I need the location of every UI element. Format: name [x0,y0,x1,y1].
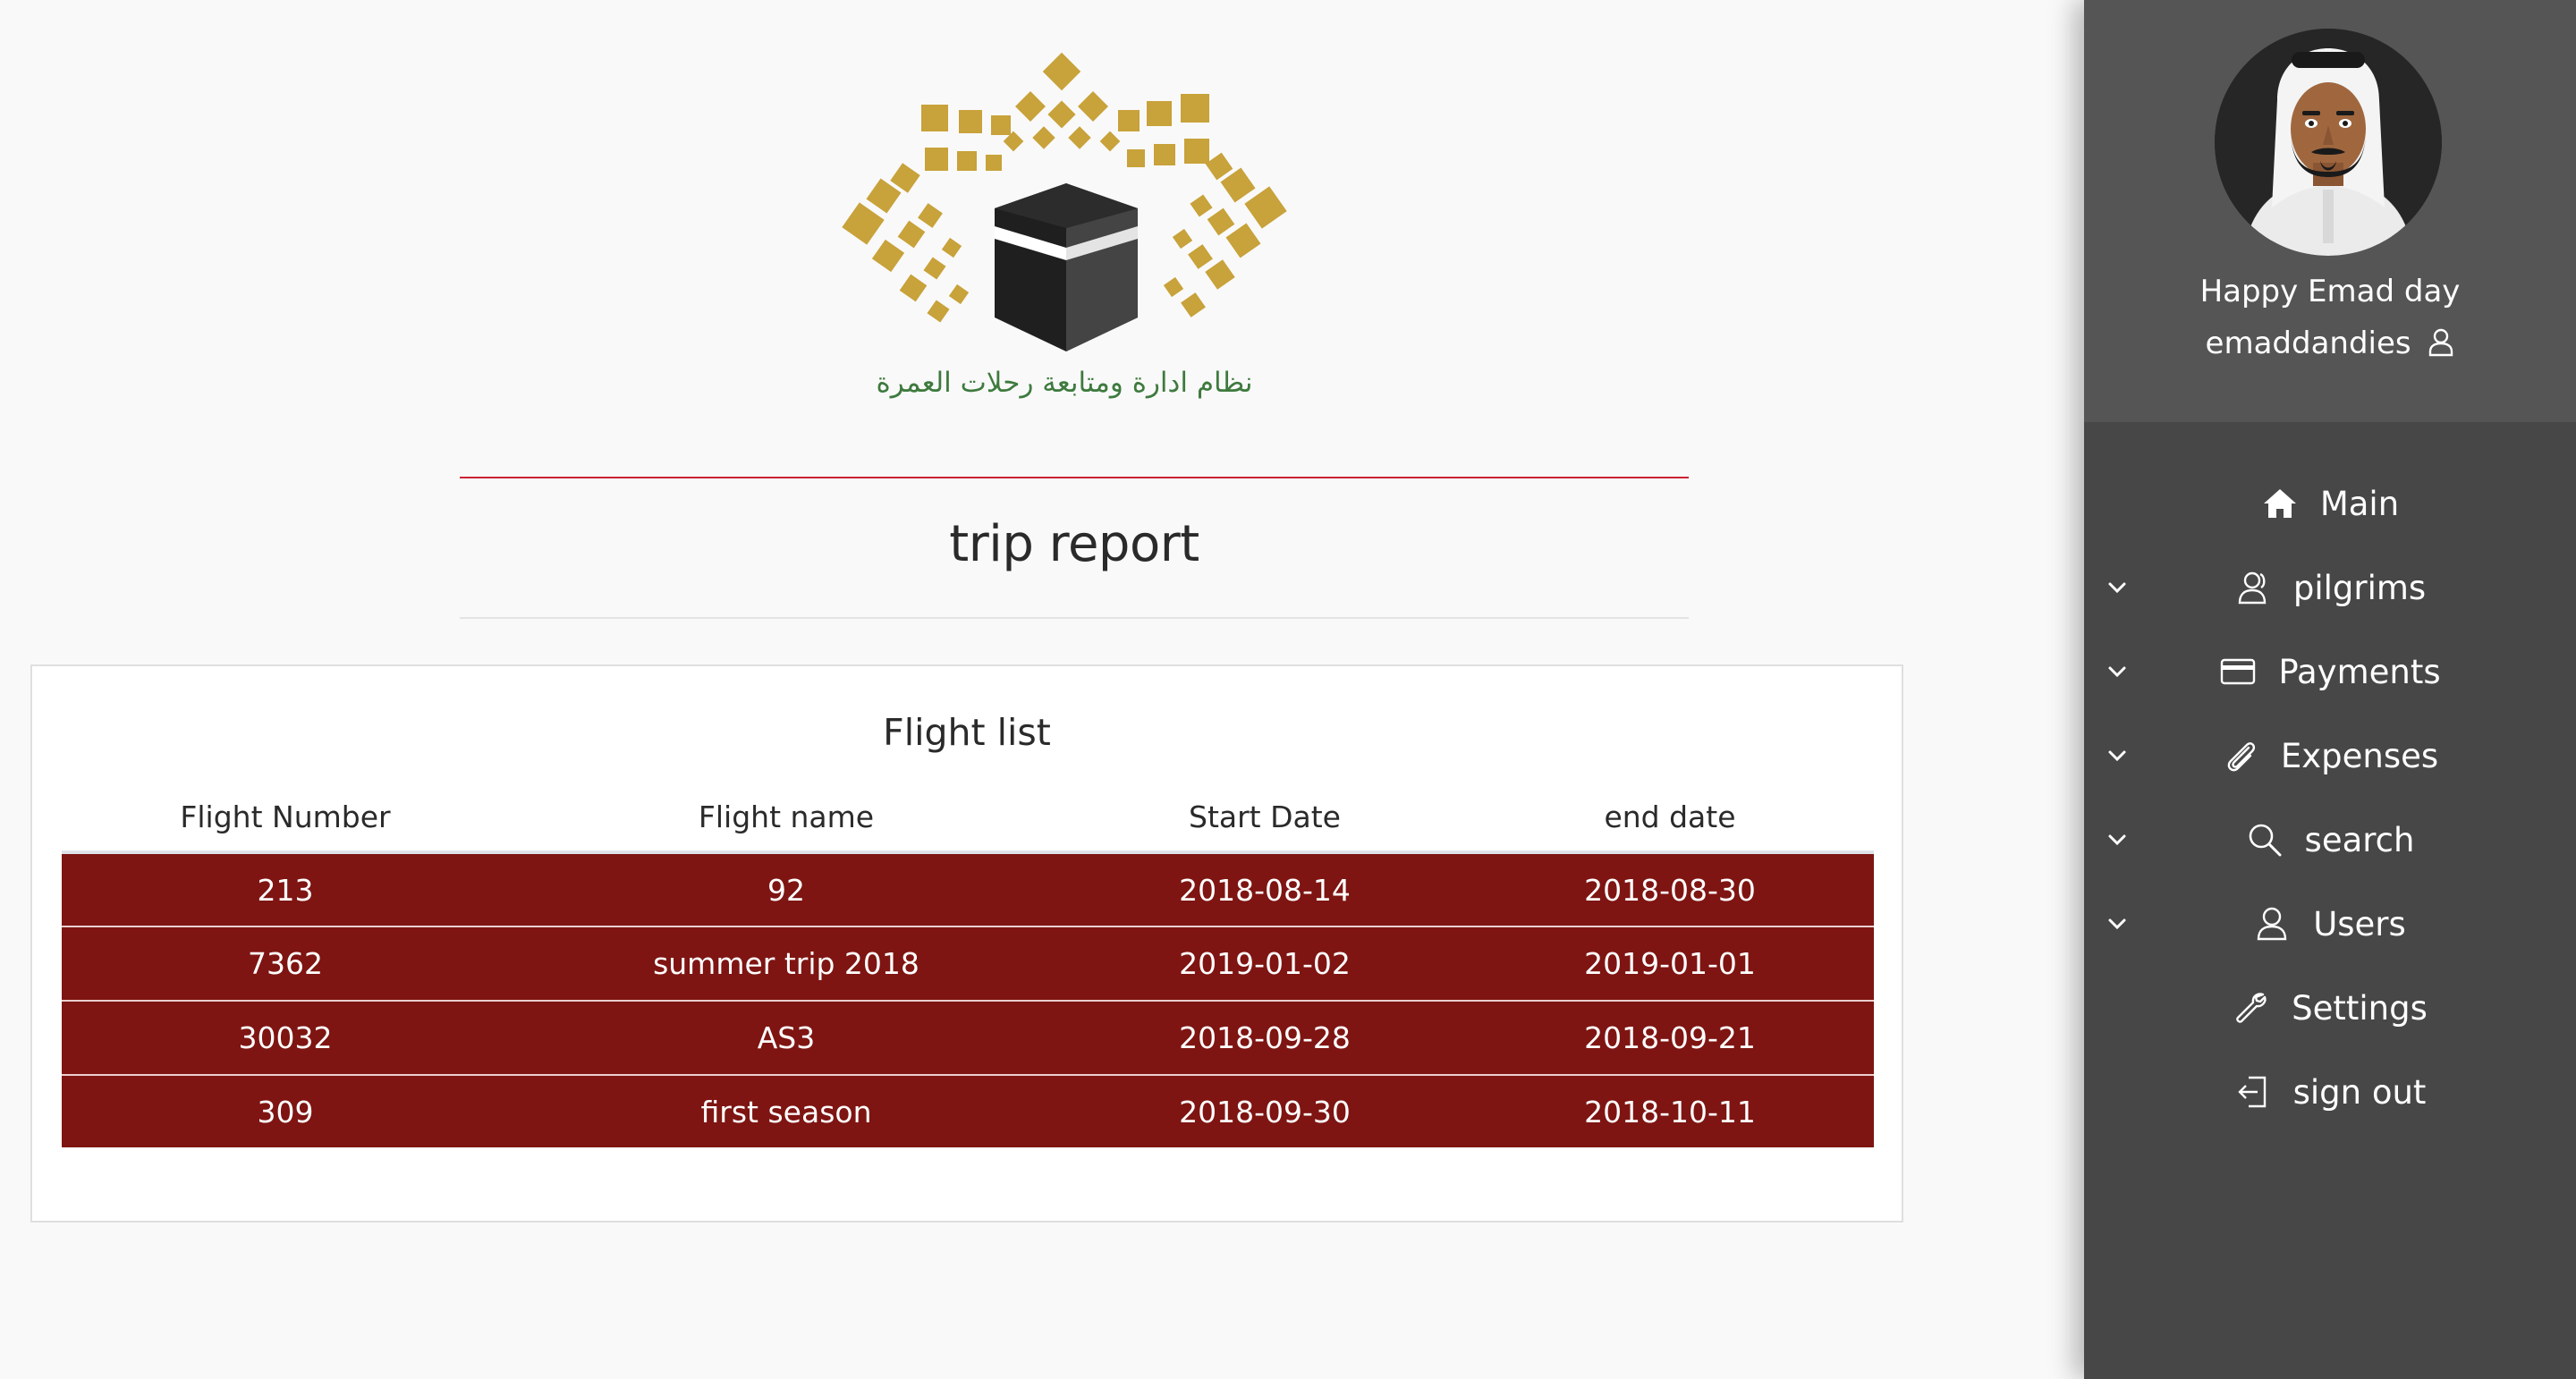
chevron-down-icon[interactable] [2102,825,2132,855]
cell-flight-name: AS3 [509,1001,1063,1076]
cell-start-date: 2018-08-14 [1063,852,1466,927]
sidebar-item-search[interactable]: search [2084,798,2576,882]
sidebar-item-label: Expenses [2280,736,2439,775]
cell-flight-number: 213 [62,852,509,927]
column-header-start-date[interactable]: Start Date [1063,783,1466,854]
cell-flight-name: summer trip 2018 [509,926,1063,1002]
cell-start-date: 2019-01-02 [1063,926,1466,1002]
table-row[interactable]: 213 92 2018-08-14 2018-08-30 [62,852,1874,927]
sidebar-item-label: Users [2313,904,2406,943]
flight-list-card: Flight list Flight Number Flight name St… [30,664,1903,1222]
users-icon [2238,571,2267,605]
sidebar-item-pilgrims[interactable]: pilgrims [2084,546,2576,630]
table-header-row: Flight Number Flight name Start Date end… [62,783,1874,854]
column-header-flight-number[interactable]: Flight Number [62,783,509,854]
chevron-down-icon[interactable] [2102,740,2132,771]
user-icon [2257,907,2287,941]
kaaba-logo-icon [842,52,1287,351]
chevron-down-icon[interactable] [2102,572,2132,603]
greeting-text: Happy Emad day [2199,274,2461,309]
cell-flight-number: 309 [62,1075,509,1147]
sidebar-item-label: search [2304,820,2415,859]
sidebar-nav: Main pilgrims Payments Expenses search U… [2084,461,2576,1134]
chevron-down-icon[interactable] [2102,909,2132,939]
cell-flight-name: 92 [509,852,1063,927]
credit-card-icon [2221,658,2256,685]
cell-end-date: 2018-10-11 [1466,1075,1874,1147]
user-avatar-icon [2215,29,2442,256]
username-label: emaddandies [2205,326,2411,361]
chevron-down-icon[interactable] [2102,656,2132,687]
cell-end-date: 2018-08-30 [1466,852,1874,927]
sidebar-item-expenses[interactable]: Expenses [2084,714,2576,798]
cell-flight-name: first season [509,1075,1063,1147]
cell-start-date: 2018-09-30 [1063,1075,1466,1147]
profile-panel: Happy Emad day emaddandies [2084,0,2576,422]
sidebar-item-label: Main [2319,484,2400,523]
cell-flight-number: 7362 [62,926,509,1002]
sidebar: Happy Emad day emaddandies Main pilgrims… [2084,0,2576,1379]
column-header-end-date[interactable]: end date [1466,783,1874,854]
title-top-divider [460,477,1689,478]
flight-table: Flight Number Flight name Start Date end… [62,783,1874,1147]
umrah-logo: نظام ادارة ومتابعة رحلات العمرة [841,49,1288,416]
home-icon [2263,489,2296,518]
sidebar-item-users[interactable]: Users [2084,882,2576,966]
sign-out-icon [2237,1076,2266,1108]
main-content: نظام ادارة ومتابعة رحلات العمرة trip rep… [0,0,2084,1379]
sidebar-item-settings[interactable]: Settings [2084,966,2576,1050]
sidebar-item-label: Settings [2292,988,2428,1028]
sidebar-item-main[interactable]: Main [2084,461,2576,546]
table-row[interactable]: 7362 summer trip 2018 2019-01-02 2019-01… [62,926,1874,1002]
sidebar-item-payments[interactable]: Payments [2084,630,2576,714]
username[interactable]: emaddandies [2084,326,2576,361]
sidebar-item-label: sign out [2292,1072,2427,1112]
cell-end-date: 2019-01-01 [1466,926,1874,1002]
sidebar-item-sign-out[interactable]: sign out [2084,1050,2576,1134]
table-row[interactable]: 309 first season 2018-09-30 2018-10-11 [62,1075,1874,1147]
search-icon [2249,824,2282,857]
flight-list-title: Flight list [883,711,1051,754]
sidebar-item-label: pilgrims [2292,568,2427,607]
table-row[interactable]: 30032 AS3 2018-09-28 2018-09-21 [62,1001,1874,1076]
wrench-icon [2236,993,2267,1023]
cell-start-date: 2018-09-28 [1063,1001,1466,1076]
cell-end-date: 2018-09-21 [1466,1001,1874,1076]
user-outline-icon [2429,328,2453,357]
page-title: trip report [949,515,1199,573]
paperclip-icon [2227,742,2255,772]
title-bottom-divider [460,617,1689,619]
logo-caption: نظام ادارة ومتابعة رحلات العمرة [876,367,1253,399]
cell-flight-number: 30032 [62,1001,509,1076]
sidebar-item-label: Payments [2278,652,2441,691]
avatar[interactable] [2215,29,2442,256]
column-header-flight-name[interactable]: Flight name [509,783,1063,854]
